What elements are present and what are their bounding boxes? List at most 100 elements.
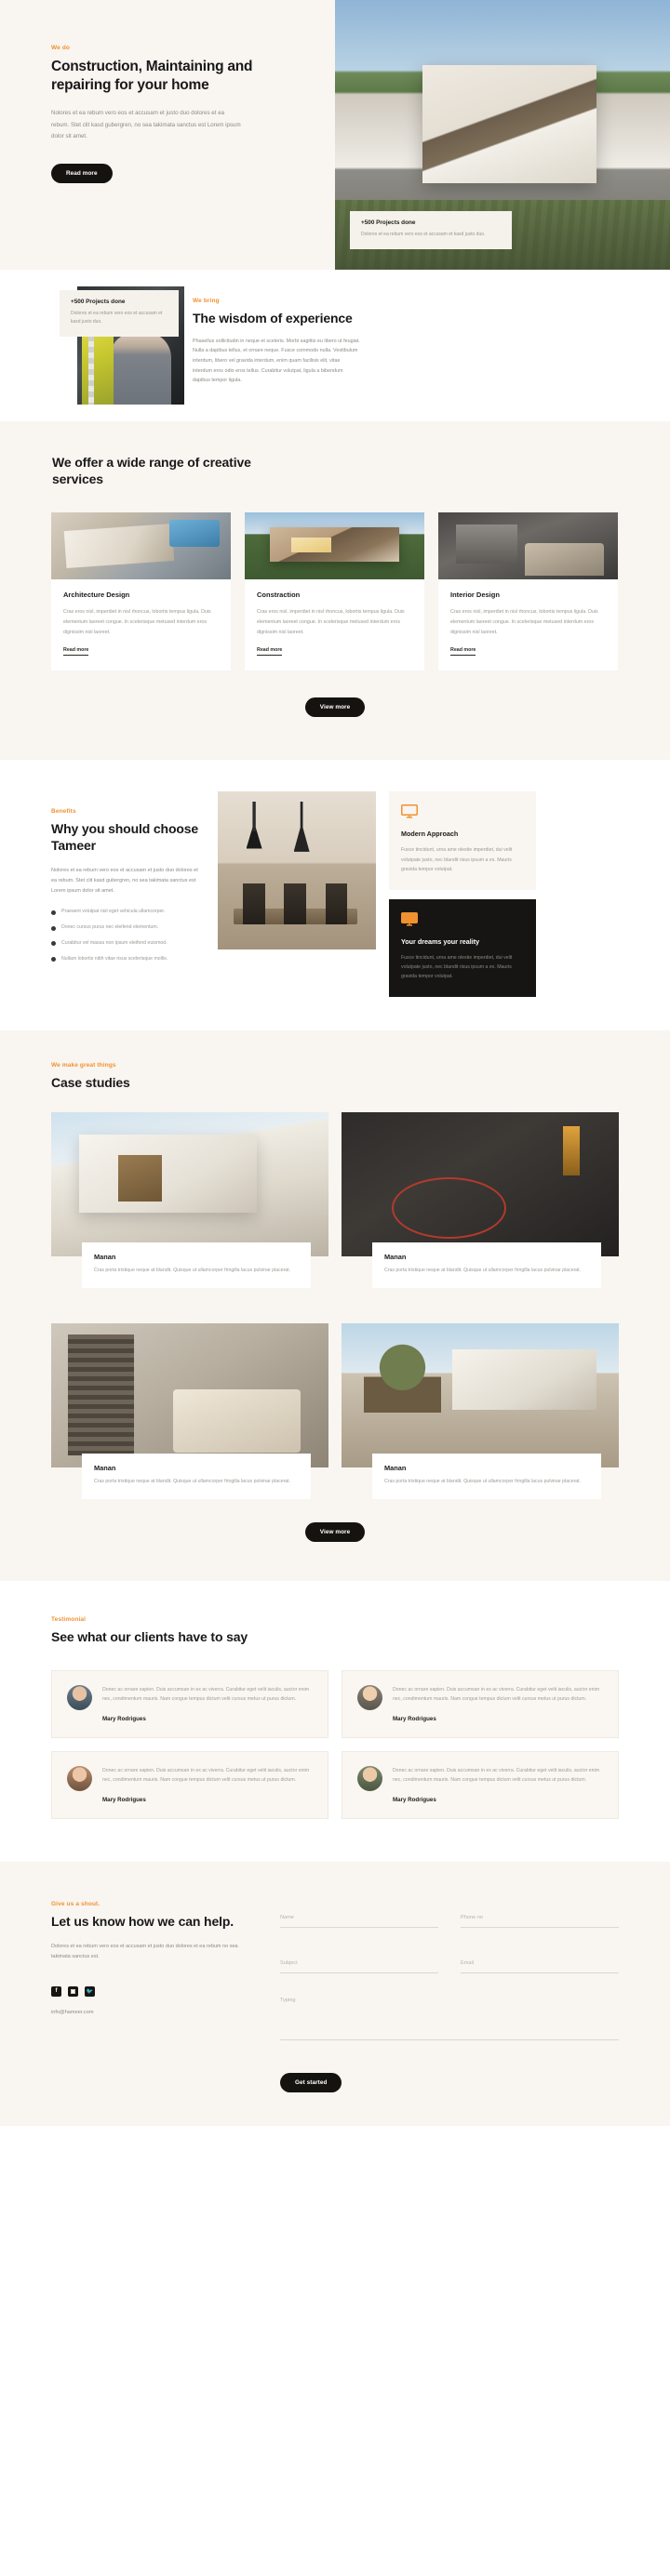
phone-input[interactable] [461,1915,619,1929]
service-card-image [438,511,618,579]
avatar [67,1765,92,1791]
service-card-title: Interior Design [450,590,500,599]
services-header: We offer a wide range of creative servic… [52,455,285,488]
avatar [357,1765,382,1791]
list-item: Curabitur vel massa non ipsum eleifend e… [51,940,205,948]
wisdom-title: The wisdom of experience [193,311,353,325]
avatar [357,1684,382,1710]
contact-title: Let us know how we can help. [51,1914,234,1930]
feature-card-text: Fusce tincidunt, urna ame olestie imperd… [401,954,513,980]
hero-copy: We do Construction, Maintaining and repa… [0,0,335,270]
page-title: Construction, Maintaining and repairing … [51,59,253,94]
facebook-icon[interactable]: f [51,1985,61,1997]
service-card-read-more-link[interactable]: Read more [63,647,89,657]
hero-read-more-button[interactable]: Read more [51,163,113,183]
case-study-card[interactable]: Manan Cras porta tristique neque at blan… [342,1111,619,1288]
case-study-card[interactable]: Manan Cras porta tristique neque at blan… [51,1322,328,1499]
service-card-title: Architecture Design [63,590,130,599]
feature-card-your-dreams: Your dreams your reality Fusce tincidunt… [389,898,536,997]
wisdom-copy: We bring The wisdom of experience Phasel… [193,298,360,386]
testimonial-card: Donec ac ornare sapien. Duis accumsan in… [342,1669,619,1738]
testimonial-text: Donec ac ornare sapien. Duis accumsan in… [393,1767,600,1784]
feature-card-title: Your dreams your reality [401,936,480,946]
list-item: Nullam lobortis nibh vitae risus sceleri… [51,956,205,963]
testimonials-section: Testimonial See what our clients have to… [0,1580,670,1863]
contact-form: Get started [280,1901,619,2093]
service-card-title: Constraction [257,590,301,599]
service-card-read-more-link[interactable]: Read more [257,647,283,657]
twitter-icon[interactable]: 🐦 [85,1985,95,1997]
testimonials-title: See what our clients have to say [51,1628,248,1644]
testimonials-eyebrow: Testimonial [51,1615,87,1623]
contact-paragraph: Dolores et ea rebum vero eos et accusam … [51,1944,238,1959]
case-study-card[interactable]: Manan Cras porta tristique neque at blan… [51,1111,328,1288]
case-study-title: Manan [94,1464,116,1473]
case-studies-section: We make great things Case studies Manan … [0,1029,670,1581]
name-field-wrapper [280,1906,438,1929]
message-textarea[interactable] [280,1998,619,2041]
case-study-image [51,1111,328,1256]
testimonial-text: Donec ac ornare sapien. Duis accumsan in… [102,1686,310,1702]
case-studies-grid: Manan Cras porta tristique neque at blan… [51,1111,619,1499]
get-started-button[interactable]: Get started [280,2073,342,2093]
contact-eyebrow: Give us a shout. [51,1901,100,1908]
benefits-paragraph: Nolores et ea rebum vero eos et accusam … [51,868,198,894]
case-study-card[interactable]: Manan Cras porta tristique neque at blan… [342,1322,619,1499]
instagram-icon[interactable]: ▣ [68,1985,78,1997]
email-input[interactable] [461,1960,619,1974]
subject-input[interactable] [280,1960,438,1974]
case-studies-eyebrow: We make great things [51,1061,116,1069]
service-card-text: Cras eros nisl, imperdiet in nisl rhoncu… [257,608,405,635]
case-study-caption: Manan Cras porta tristique neque at blan… [82,1242,311,1288]
service-card[interactable]: Interior Design Cras eros nisl, imperdie… [438,511,618,671]
testimonial-author: Mary Rodrigues [393,1715,436,1722]
service-card-read-more-link[interactable]: Read more [450,647,476,657]
testimonials-header: Testimonial See what our clients have to… [51,1616,284,1646]
benefits-eyebrow: Benefits [51,808,76,816]
case-study-image [342,1111,619,1256]
phone-field-wrapper [461,1906,619,1929]
hero-paragraph: Nolores et ea rebum vero eos et accusam … [51,110,241,140]
testimonial-card: Donec ac ornare sapien. Duis accumsan in… [51,1669,328,1738]
monitor-icon [401,911,418,926]
testimonial-card: Donec ac ornare sapien. Duis accumsan in… [342,1750,619,1820]
testimonial-card: Donec ac ornare sapien. Duis accumsan in… [51,1750,328,1820]
email-field-wrapper [461,1952,619,1974]
benefits-copy: Benefits Why you should choose Tameer No… [51,791,205,971]
wisdom-eyebrow: We bring [193,298,220,304]
wisdom-paragraph: Phasellus sollicitudin in neque et scele… [193,338,360,384]
case-study-caption: Manan Cras porta tristique neque at blan… [82,1454,311,1499]
case-study-text: Cras porta tristique neque at blandit. Q… [94,1268,291,1274]
hero-eyebrow: We do [51,45,71,51]
cases-view-more-button[interactable]: View more [304,1521,366,1542]
services-section: We offer a wide range of creative servic… [0,421,670,761]
case-study-text: Cras porta tristique neque at blandit. Q… [384,1479,582,1485]
case-studies-title: Case studies [51,1074,130,1090]
contact-email[interactable]: info@hameer.com [51,2010,248,2015]
avatar [67,1684,92,1710]
services-view-more-button[interactable]: View more [304,697,366,718]
testimonial-text: Donec ac ornare sapien. Duis accumsan in… [393,1686,600,1702]
case-study-text: Cras porta tristique neque at blandit. Q… [94,1479,291,1485]
service-card-text: Cras eros nisl, imperdiet in nisl rhoncu… [63,608,211,635]
service-card[interactable]: Constraction Cras eros nisl, imperdiet i… [245,511,424,671]
landing-page: We do Construction, Maintaining and repa… [0,0,670,2127]
testimonial-author: Mary Rodrigues [102,1715,146,1722]
subject-field-wrapper [280,1952,438,1974]
case-study-image [342,1322,619,1467]
case-study-caption: Manan Cras porta tristique neque at blan… [372,1454,601,1499]
testimonial-text: Donec ac ornare sapien. Duis accumsan in… [102,1767,310,1784]
testimonial-author: Mary Rodrigues [393,1797,436,1804]
services-card-list: Architecture Design Cras eros nisl, impe… [51,511,619,671]
name-input[interactable] [280,1915,438,1929]
hero-section: We do Construction, Maintaining and repa… [0,0,670,270]
service-card-image [245,511,424,579]
case-studies-header: We make great things Case studies [51,1062,330,1092]
case-study-text: Cras porta tristique neque at blandit. Q… [384,1268,582,1274]
hero-image: +500 Projects done Dolores et ea rebum v… [335,0,670,270]
benefits-photo [218,791,376,950]
wisdom-stat-text: Dolores et ea rebum vero eos et accusam … [71,311,163,325]
service-card[interactable]: Architecture Design Cras eros nisl, impe… [51,511,231,671]
benefits-feature-cards: Modern Approach Fusce tincidunt, urna am… [389,791,536,997]
social-links: f ▣ 🐦 [51,1985,248,1997]
